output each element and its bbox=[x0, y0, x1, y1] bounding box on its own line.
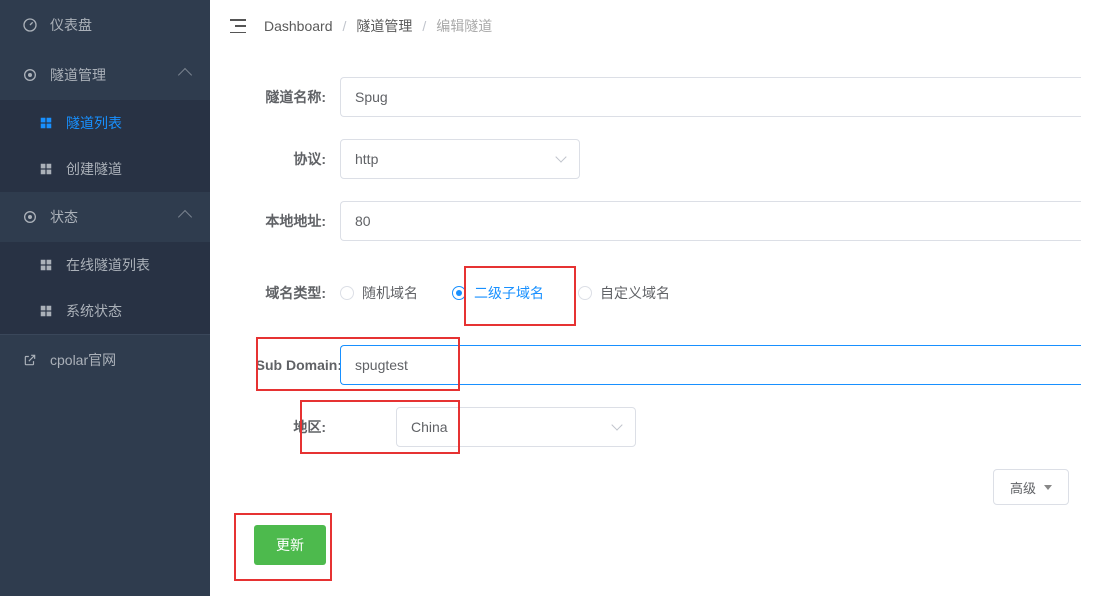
sidebar-item-dashboard[interactable]: 仪表盘 bbox=[0, 0, 210, 50]
breadcrumb-separator: / bbox=[422, 18, 426, 34]
topbar: Dashboard / 隧道管理 / 编辑隧道 bbox=[210, 0, 1111, 52]
sidebar-item-system-status[interactable]: 系统状态 bbox=[0, 288, 210, 334]
menu-toggle-icon[interactable] bbox=[230, 19, 246, 33]
sidebar-item-online-tunnels[interactable]: 在线隧道列表 bbox=[0, 242, 210, 288]
field-label: 隧道名称: bbox=[240, 87, 340, 107]
breadcrumb-item[interactable]: 隧道管理 bbox=[356, 16, 412, 36]
sidebar-item-status[interactable]: 状态 bbox=[0, 192, 210, 242]
sidebar-item-label: 创建隧道 bbox=[66, 159, 190, 179]
radio-label: 随机域名 bbox=[362, 283, 418, 303]
field-label: 地区: bbox=[240, 417, 340, 437]
grid-icon bbox=[38, 161, 54, 177]
sidebar-item-label: 仪表盘 bbox=[50, 15, 190, 35]
select-value: China bbox=[411, 419, 448, 435]
grid-icon bbox=[38, 115, 54, 131]
form-row-local-addr: 本地地址: 80 bbox=[240, 201, 1081, 241]
protocol-select[interactable]: http bbox=[340, 139, 580, 179]
input-value: 80 bbox=[355, 213, 371, 229]
sidebar-item-label: 隧道管理 bbox=[50, 65, 180, 85]
advanced-row: 高级 bbox=[240, 469, 1081, 505]
breadcrumb-current: 编辑隧道 bbox=[436, 16, 492, 36]
region-select[interactable]: China bbox=[396, 407, 636, 447]
breadcrumb: Dashboard / 隧道管理 / 编辑隧道 bbox=[264, 16, 492, 36]
submit-button[interactable]: 更新 bbox=[254, 525, 326, 565]
subdomain-input[interactable]: spugtest bbox=[340, 345, 1081, 385]
sidebar-item-label: 状态 bbox=[50, 207, 180, 227]
chevron-down-icon bbox=[611, 419, 622, 430]
field-label: Sub Domain: bbox=[240, 357, 356, 373]
radio-label: 自定义域名 bbox=[600, 283, 670, 303]
domain-type-radios: 随机域名 二级子域名 自定义域名 bbox=[340, 283, 670, 303]
sidebar-item-label: 隧道列表 bbox=[66, 113, 190, 133]
radio-subdomain[interactable]: 二级子域名 bbox=[452, 283, 544, 303]
form-row-protocol: 协议: http bbox=[240, 139, 1081, 179]
sidebar-item-label: 系统状态 bbox=[66, 301, 190, 321]
button-label: 更新 bbox=[276, 537, 304, 553]
radio-dot bbox=[340, 286, 354, 300]
input-value: Spug bbox=[355, 89, 388, 105]
chevron-up-icon bbox=[178, 68, 192, 82]
sidebar-item-tunnel-management[interactable]: 隧道管理 bbox=[0, 50, 210, 100]
radio-label: 二级子域名 bbox=[474, 283, 544, 303]
field-label: 域名类型: bbox=[240, 283, 340, 303]
local-address-input[interactable]: 80 bbox=[340, 201, 1081, 241]
breadcrumb-item[interactable]: Dashboard bbox=[264, 18, 333, 34]
radio-dot bbox=[578, 286, 592, 300]
grid-icon bbox=[38, 257, 54, 273]
radio-random-domain[interactable]: 随机域名 bbox=[340, 283, 418, 303]
tunnel-name-input[interactable]: Spug bbox=[340, 77, 1081, 117]
submit-row: 更新 bbox=[240, 525, 1081, 565]
sidebar-item-create-tunnel[interactable]: 创建隧道 bbox=[0, 146, 210, 192]
button-label: 高级 bbox=[1010, 478, 1036, 497]
form-row-domain-type: 域名类型: 随机域名 二级子域名 自定义域名 bbox=[240, 263, 1081, 323]
circle-target-icon bbox=[22, 67, 38, 83]
radio-dot bbox=[452, 286, 466, 300]
form-row-name: 隧道名称: Spug bbox=[240, 77, 1081, 117]
caret-down-icon bbox=[1044, 485, 1052, 490]
field-label: 本地地址: bbox=[240, 211, 340, 231]
chevron-up-icon bbox=[178, 210, 192, 224]
sidebar-item-label: cpolar官网 bbox=[50, 350, 190, 370]
sidebar-item-cpolar-site[interactable]: cpolar官网 bbox=[0, 335, 210, 385]
advanced-button[interactable]: 高级 bbox=[993, 469, 1069, 505]
form-row-subdomain: Sub Domain: spugtest bbox=[240, 345, 1081, 385]
sidebar-item-tunnel-list[interactable]: 隧道列表 bbox=[0, 100, 210, 146]
sidebar-item-label: 在线隧道列表 bbox=[66, 255, 190, 275]
main: Dashboard / 隧道管理 / 编辑隧道 隧道名称: Spug 协议: h… bbox=[210, 0, 1111, 596]
radio-custom-domain[interactable]: 自定义域名 bbox=[578, 283, 670, 303]
circle-target-icon bbox=[22, 209, 38, 225]
input-value: spugtest bbox=[355, 357, 408, 373]
form-row-region: 地区: China bbox=[240, 407, 1081, 447]
sidebar: 仪表盘 隧道管理 隧道列表 创建隧道 状态 在线隧道列表 bbox=[0, 0, 210, 596]
breadcrumb-separator: / bbox=[343, 18, 347, 34]
chevron-down-icon bbox=[555, 151, 566, 162]
select-value: http bbox=[355, 151, 378, 167]
gauge-icon bbox=[22, 17, 38, 33]
grid-icon bbox=[38, 303, 54, 319]
field-label: 协议: bbox=[240, 149, 340, 169]
external-link-icon bbox=[22, 352, 38, 368]
form: 隧道名称: Spug 协议: http 本地地址: 80 域名类型: 随机 bbox=[210, 52, 1111, 565]
